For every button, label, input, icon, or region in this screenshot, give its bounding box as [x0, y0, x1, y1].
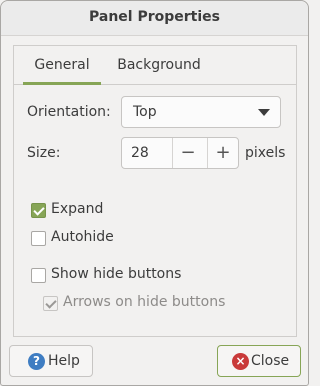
increment-button[interactable]: +	[207, 138, 238, 168]
orientation-label: Orientation:	[27, 104, 111, 120]
size-unit-label: pixels	[245, 145, 286, 161]
show-hide-buttons-checkbox[interactable]	[31, 268, 46, 283]
tab-bar: General Background	[14, 46, 296, 85]
close-button[interactable]: × Close	[217, 345, 301, 377]
titlebar[interactable]: Panel Properties	[1, 1, 308, 36]
size-value[interactable]: 28	[131, 145, 149, 161]
notebook: General Background Orientation: Top Size…	[13, 45, 297, 337]
autohide-label[interactable]: Autohide	[51, 229, 114, 245]
help-button[interactable]: ? Help	[9, 345, 93, 377]
close-button-label: Close	[251, 353, 290, 369]
help-icon: ?	[28, 353, 45, 370]
window-title: Panel Properties	[89, 9, 220, 25]
tab-background[interactable]: Background	[110, 46, 208, 82]
dropdown-arrow-icon	[258, 109, 270, 116]
orientation-value: Top	[133, 104, 157, 120]
size-spinbutton[interactable]: 28 − +	[121, 137, 239, 169]
show-hide-buttons-label[interactable]: Show hide buttons	[51, 266, 181, 282]
size-label: Size:	[27, 145, 61, 161]
decrement-button[interactable]: −	[172, 138, 203, 168]
panel-properties-dialog: Panel Properties General Background Orie…	[0, 0, 309, 386]
close-icon: ×	[232, 353, 249, 370]
expand-label[interactable]: Expand	[51, 201, 103, 217]
expand-checkbox[interactable]	[31, 203, 46, 218]
tab-general[interactable]: General	[23, 46, 101, 85]
help-button-label: Help	[48, 353, 80, 369]
orientation-combo[interactable]: Top	[121, 96, 281, 128]
arrows-checkbox	[43, 296, 58, 311]
autohide-checkbox[interactable]	[31, 231, 46, 246]
arrows-label: Arrows on hide buttons	[63, 294, 226, 310]
